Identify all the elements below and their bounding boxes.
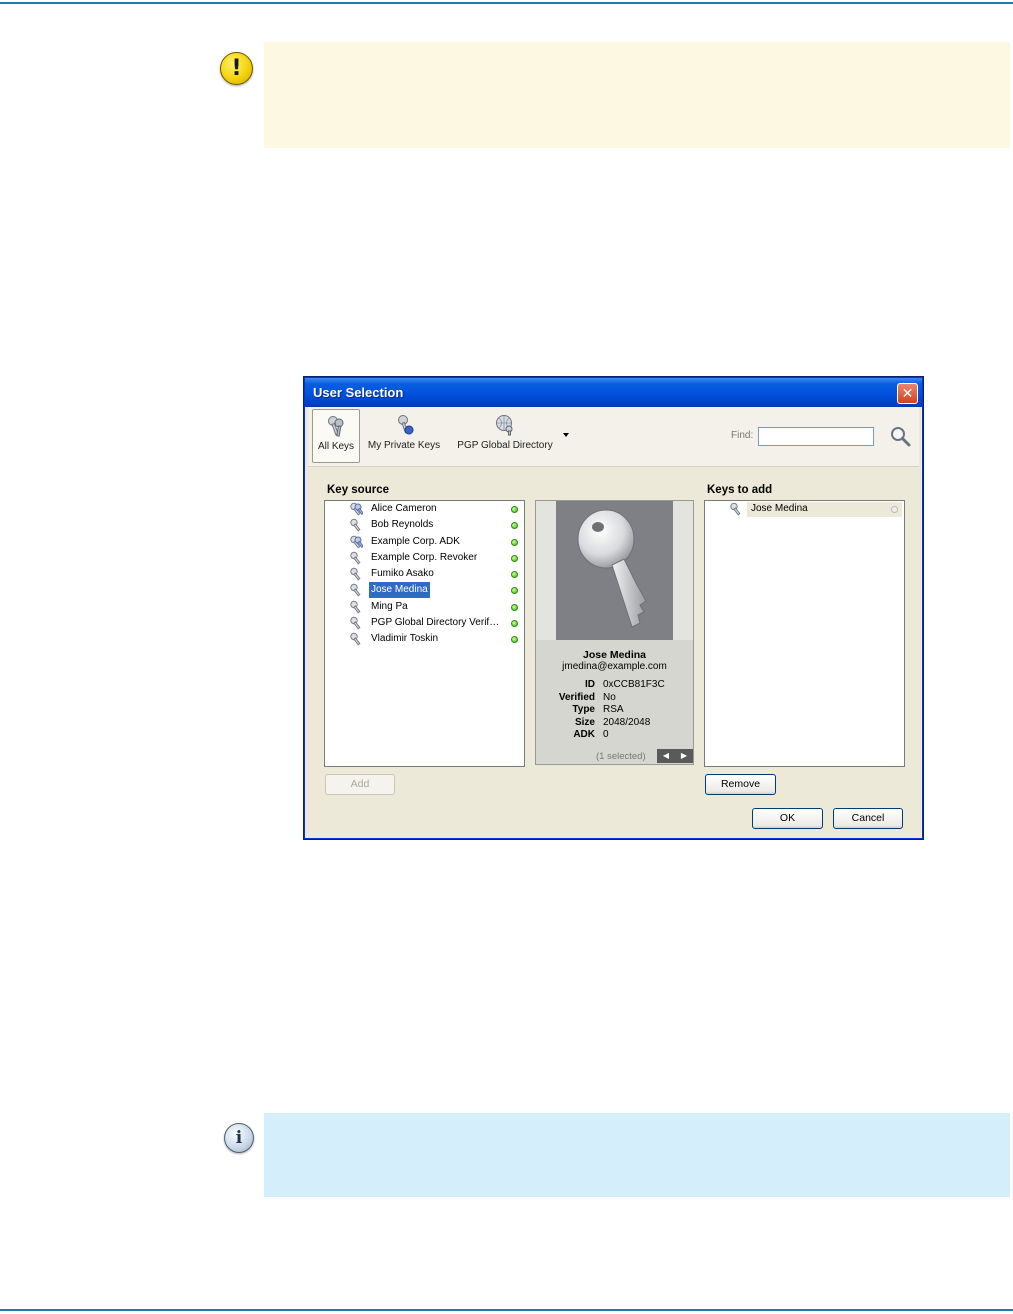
- key-source-item[interactable]: Vladimir Toskin: [325, 631, 524, 647]
- key-source-item[interactable]: Fumiko Asako: [325, 566, 524, 582]
- key-source-item-label: Example Corp. Revoker: [371, 551, 478, 563]
- key-source-label: Key source: [327, 484, 390, 496]
- warning-panel: [264, 42, 1010, 148]
- keys-icon: [328, 416, 344, 437]
- validity-dot-icon: [511, 522, 518, 530]
- close-icon: ✕: [901, 385, 914, 401]
- all-keys-button[interactable]: All Keys: [312, 409, 360, 463]
- key-property-value: 0: [603, 729, 609, 741]
- keys-to-add-label: Keys to add: [707, 484, 773, 496]
- key-owner-email: jmedina@example.com: [562, 661, 667, 672]
- key-property-value: 2048/2048: [603, 716, 651, 728]
- key-property-label: ADK: [573, 729, 595, 741]
- chevron-down-icon[interactable]: [563, 433, 569, 437]
- key-image: [536, 501, 693, 640]
- key-property-label: Size: [574, 716, 595, 728]
- pgp-global-directory-button[interactable]: PGP Global Directory: [454, 409, 556, 463]
- key-source-item-label: Jose Medina: [369, 582, 430, 599]
- key-source-item[interactable]: Bob Reynolds: [325, 517, 524, 533]
- add-button[interactable]: Add: [325, 774, 395, 795]
- next-arrow-icon[interactable]: ▶: [675, 749, 693, 763]
- ok-button[interactable]: OK: [752, 808, 823, 829]
- pgp-global-directory-label: PGP Global Directory: [457, 440, 553, 451]
- warning-icon: !: [220, 52, 253, 85]
- key-source-item[interactable]: Alice Cameron: [325, 501, 524, 517]
- find-input[interactable]: [758, 427, 874, 446]
- key-source-item-label: Ming Pa: [371, 600, 408, 612]
- validity-dot-icon: [511, 538, 518, 546]
- key-source-item-label: Example Corp. ADK: [371, 535, 460, 547]
- key-source-item[interactable]: Ming Pa: [325, 599, 524, 615]
- key-source-item[interactable]: Example Corp. ADK: [325, 534, 524, 550]
- top-rule: [0, 2, 1013, 4]
- key-details-panel: Jose Medina jmedina@example.com ID 0xCCB8…: [535, 500, 694, 765]
- cancel-button[interactable]: Cancel: [833, 808, 903, 829]
- validity-dot-icon: [511, 587, 518, 595]
- key-property: Type RSA: [536, 704, 693, 717]
- close-button[interactable]: ✕: [897, 383, 918, 404]
- keys-to-add-list[interactable]: Jose Medina: [704, 500, 905, 767]
- dialog-title: User Selection: [313, 385, 404, 400]
- key-property: Verified No: [536, 692, 693, 705]
- info-icon: i: [224, 1123, 254, 1153]
- key-source-item[interactable]: PGP Global Directory Verif…: [325, 615, 524, 631]
- key-property-value: No: [603, 691, 616, 703]
- key-property-label: Type: [572, 704, 595, 716]
- validity-dot-icon: [511, 636, 518, 644]
- toolbar: All Keys My Private Keys PGP Global Dire…: [308, 407, 919, 467]
- search-icon[interactable]: [888, 424, 912, 448]
- key-owner-name: Jose Medina: [582, 649, 647, 661]
- previous-arrow-icon[interactable]: ◀: [657, 749, 675, 763]
- key-property-value: 0xCCB81F3C: [603, 679, 665, 690]
- validity-dot-icon: [511, 620, 518, 628]
- validity-dot-icon: [511, 571, 518, 579]
- find-label: Find:: [731, 430, 754, 441]
- validity-dot-icon: [891, 506, 898, 513]
- key-property: Size 2048/2048: [536, 717, 693, 730]
- dialog-titlebar[interactable]: User Selection ✕: [305, 378, 922, 407]
- key-source-item-label: Vladimir Toskin: [371, 633, 439, 645]
- key-source-item[interactable]: Jose Medina: [325, 582, 524, 599]
- key-property-label: Verified: [558, 691, 595, 703]
- key-property: ID 0xCCB81F3C: [536, 679, 693, 692]
- all-keys-label: All Keys: [317, 441, 355, 452]
- key-property-value: RSA: [603, 704, 624, 716]
- key-property-label: ID: [585, 679, 595, 690]
- key-source-item-label: PGP Global Directory Verif…: [371, 617, 500, 629]
- remove-button[interactable]: Remove: [705, 774, 776, 795]
- key-source-item[interactable]: Example Corp. Revoker: [325, 550, 524, 566]
- detail-nav: ◀ ▶: [657, 749, 693, 763]
- note-panel: [264, 1113, 1010, 1197]
- my-private-keys-button[interactable]: My Private Keys: [364, 409, 444, 463]
- key-source-item-label: Alice Cameron: [371, 503, 437, 514]
- my-private-keys-label: My Private Keys: [367, 440, 441, 451]
- key-source-item-label: Fumiko Asako: [371, 568, 434, 580]
- large-key-icon: [577, 509, 647, 628]
- globe-key-icon: [496, 415, 513, 436]
- bottom-rule: [0, 1309, 1013, 1311]
- key-property: ADK 0: [536, 729, 693, 742]
- user-selection-dialog: User Selection ✕ All Keys My Private Key…: [304, 377, 923, 839]
- validity-dot-icon: [511, 554, 518, 562]
- validity-dot-icon: [511, 603, 518, 611]
- validity-dot-icon: [511, 506, 518, 513]
- keys-to-add-item[interactable]: Jose Medina: [705, 501, 904, 517]
- selection-count: (1 selected): [596, 751, 646, 762]
- key-source-item-label: Bob Reynolds: [371, 519, 434, 531]
- private-key-icon: [398, 415, 414, 435]
- keys-to-add-item-label: Jose Medina: [751, 503, 808, 514]
- key-source-list[interactable]: Alice Cameron Bob Reynolds Example Corp. A…: [324, 500, 525, 767]
